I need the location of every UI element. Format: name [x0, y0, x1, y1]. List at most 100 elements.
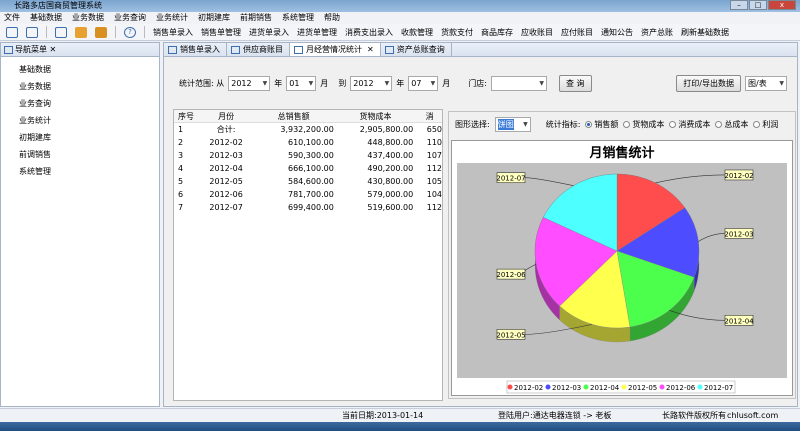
from-year-select[interactable]: 2012 ▼ — [228, 75, 271, 91]
toolbar-button[interactable]: 销售单录入 — [153, 27, 193, 38]
column-header[interactable]: 消 — [417, 110, 442, 122]
chart-panel: 图形选择: 饼图 ▼ 统计指标: 销售额 货物成本 消费成本 总成本 利润 月销售统计 20… — [448, 111, 796, 399]
toolbar-button[interactable]: 货款支付 — [441, 27, 473, 38]
column-header[interactable]: 月份 — [199, 110, 254, 122]
tab[interactable]: 供应商账目 — [227, 43, 290, 56]
tab[interactable]: 资产总账查询 — [381, 43, 452, 56]
minimize-button[interactable]: – — [730, 0, 748, 10]
export-icon[interactable] — [26, 26, 38, 38]
table-cell: 1 — [178, 125, 184, 134]
close-tab-icon[interactable]: ✕ — [367, 45, 374, 54]
users-icon[interactable] — [75, 26, 87, 38]
toolbar-button[interactable]: 进货单管理 — [297, 27, 337, 38]
table-row[interactable]: 7 2012-07 699,400.00 519,600.00 112 — [174, 201, 442, 214]
toolbar-button[interactable]: 进货单录入 — [249, 27, 289, 38]
taskbar — [0, 422, 800, 431]
print-export-button[interactable]: 打印/导出数据 — [676, 74, 741, 92]
tab[interactable]: 销售单录入 — [164, 43, 227, 56]
toolbar-button[interactable]: 商品库存 — [481, 27, 513, 38]
layout-icon[interactable] — [55, 26, 67, 38]
table-cell: 7 — [178, 203, 184, 212]
window-title: 长路多店国商贸管理系统 — [14, 1, 102, 10]
toolbar-button[interactable]: 应付账目 — [561, 27, 593, 38]
chart-type-select[interactable]: 饼图 ▼ — [494, 117, 531, 132]
tab-icon — [231, 46, 240, 54]
tab-label: 月经营情况统计 — [306, 45, 362, 54]
toolbar-button[interactable]: 应收账目 — [521, 27, 553, 38]
title-bar: 长路多店国商贸管理系统 – □ x — [0, 0, 800, 12]
table-cell: 584,600.00 — [287, 177, 334, 186]
help-icon[interactable]: ? — [124, 26, 136, 38]
nav-item[interactable]: 初期建库 — [19, 129, 159, 146]
table-row[interactable]: 6 2012-06 781,700.00 579,000.00 104 — [174, 188, 442, 201]
table-cell: 2012-05 — [209, 177, 243, 186]
metric-label: 销售额 — [594, 120, 619, 129]
menu-item[interactable]: 业务数据 — [72, 12, 104, 24]
table-header: 序号 月份 总销售额 货物成本消 — [174, 110, 442, 123]
tab[interactable]: 月经营情况统计 ✕ — [290, 43, 381, 56]
status-site: chlusoft.com — [727, 411, 779, 420]
metric-label: 货物成本 — [632, 120, 665, 129]
pie-chart: 月销售统计 2012-02 2012-03 2012-04 2012-05 2012-06… — [451, 140, 793, 396]
toolbar-button[interactable]: 收款管理 — [401, 27, 433, 38]
nav-item[interactable]: 业务统计 — [19, 112, 159, 129]
user-icon[interactable] — [95, 26, 107, 38]
table-cell: 2,905,800.00 — [359, 125, 414, 134]
menu-item[interactable]: 业务查询 — [114, 12, 146, 24]
radio-icon — [623, 121, 631, 128]
table-row[interactable]: 5 2012-05 584,600.00 430,800.00 105 — [174, 175, 442, 188]
toolbar-button[interactable]: 资产总账 — [641, 27, 673, 38]
nav-item[interactable]: 业务查询 — [19, 95, 159, 112]
filter-bar: 统计范围: 从 2012 ▼ 年 01 ▼ 月 到 2012 ▼ 年 07 ▼ 月 门店… — [179, 74, 787, 92]
table-cell: 430,800.00 — [367, 177, 414, 186]
menu-item[interactable]: 初期建库 — [198, 12, 230, 24]
metric-radio[interactable]: 货物成本 — [623, 119, 664, 130]
import-icon[interactable] — [6, 26, 18, 38]
legend-label: 2012-03 — [552, 384, 581, 392]
column-header[interactable]: 总销售额 — [253, 110, 337, 122]
from-month-select[interactable]: 01 ▼ — [286, 75, 317, 91]
separator — [115, 26, 116, 38]
metric-radio[interactable]: 销售额 — [585, 119, 618, 130]
metric-radio[interactable]: 总成本 — [715, 119, 748, 130]
store-label: 门店: — [468, 78, 487, 88]
table-cell: 490,200.00 — [367, 164, 414, 173]
menu-item[interactable]: 基础数据 — [30, 12, 62, 24]
column-header[interactable]: 货物成本 — [338, 110, 417, 122]
toolbar-button[interactable]: 消费支出录入 — [345, 27, 393, 38]
close-button[interactable]: x — [768, 0, 796, 10]
table-row[interactable]: 3 2012-03 590,300.00 437,400.00 107 — [174, 149, 442, 162]
slice-label: 2012-07 — [496, 175, 525, 183]
tab-label: 供应商账目 — [243, 45, 283, 54]
nav-item[interactable]: 系统管理 — [19, 163, 159, 180]
menu-item[interactable]: 业务统计 — [156, 12, 188, 24]
chart-type-label: 图形选择: — [455, 120, 490, 129]
store-select[interactable]: ▼ — [490, 75, 547, 91]
column-header[interactable]: 序号 — [174, 110, 199, 122]
nav-tab[interactable]: 导航菜单 ✕ — [1, 43, 159, 57]
query-button[interactable]: 查 询 — [558, 74, 592, 92]
menu-bar: 文件 基础数据 业务数据 业务查询 业务统计 初期建库 前期销售 系统管理 帮助 — [0, 12, 800, 24]
maximize-button[interactable]: □ — [749, 0, 767, 10]
table-row[interactable]: 2 2012-02 610,100.00 448,800.00 110 — [174, 136, 442, 149]
toolbar-button[interactable]: 通知公告 — [601, 27, 633, 38]
metric-radio[interactable]: 利润 — [753, 119, 778, 130]
metric-radio[interactable]: 消费成本 — [669, 119, 710, 130]
table-row[interactable]: 1 合计: 3,932,200.00 2,905,800.00 650 — [174, 123, 442, 136]
nav-item[interactable]: 前调销售 — [19, 146, 159, 163]
to-month-select[interactable]: 07 ▼ — [408, 75, 439, 91]
toolbar-button[interactable]: 销售单管理 — [201, 27, 241, 38]
table-cell: 2 — [178, 138, 184, 147]
menu-item[interactable]: 前期销售 — [240, 12, 272, 24]
nav-item[interactable]: 业务数据 — [19, 78, 159, 95]
slice-label: 2012-06 — [496, 271, 526, 279]
table-cell: 112 — [426, 164, 443, 173]
menu-item[interactable]: 帮助 — [324, 12, 340, 24]
menu-item[interactable]: 文件 — [4, 12, 20, 24]
table-row[interactable]: 4 2012-04 666,100.00 490,200.00 112 — [174, 162, 442, 175]
toolbar-button[interactable]: 刷新基础数据 — [681, 27, 729, 38]
nav-item[interactable]: 基础数据 — [19, 61, 159, 78]
menu-item[interactable]: 系统管理 — [282, 12, 314, 24]
view-select[interactable]: 图/表 ▼ — [745, 75, 787, 91]
to-year-select[interactable]: 2012 ▼ — [350, 75, 393, 91]
